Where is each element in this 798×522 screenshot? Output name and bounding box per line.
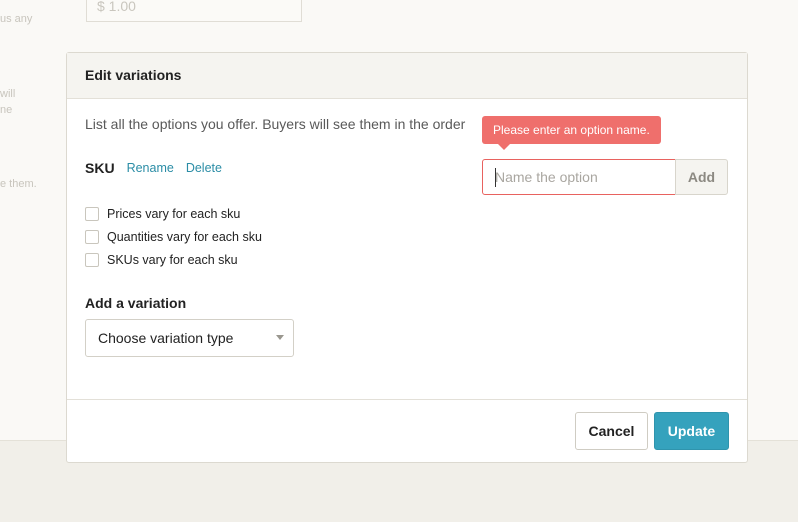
option-error-text: Please enter an option name. [493,123,650,137]
tooltip-arrow-icon [498,144,510,150]
edit-variations-modal: Edit variations List all the options you… [66,52,748,463]
cancel-button[interactable]: Cancel [575,412,648,450]
intro-text: List all the options you offer. Buyers w… [85,116,466,132]
chevron-down-icon [276,335,284,340]
modal-title: Edit variations [67,53,747,99]
prices-vary-checkbox[interactable] [85,206,99,221]
text-caret [495,168,496,187]
footer-divider [67,399,747,400]
prices-vary-option[interactable]: Prices vary for each sku [85,202,262,225]
background-text-fragment: ne [0,104,13,116]
sku-title: SKU [85,160,115,176]
sku-options: Prices vary for each sku Quantities vary… [85,202,262,271]
background-text-fragment: will [0,88,16,100]
skus-vary-option[interactable]: SKUs vary for each sku [85,248,262,271]
background-text-fragment: us any [0,13,33,25]
sku-row: SKU Rename Delete [85,160,234,176]
checkbox-label: Prices vary for each sku [107,206,241,221]
option-error-tooltip: Please enter an option name. [482,116,661,150]
add-variation-heading: Add a variation [85,295,187,311]
rename-link[interactable]: Rename [127,161,174,175]
checkbox-label: SKUs vary for each sku [107,252,238,267]
checkbox-label: Quantities vary for each sku [107,229,262,244]
delete-link[interactable]: Delete [186,161,222,175]
variation-type-value: Choose variation type [98,330,234,346]
add-option-button[interactable]: Add [675,159,728,195]
quantities-vary-option[interactable]: Quantities vary for each sku [85,225,262,248]
skus-vary-checkbox[interactable] [85,252,99,267]
update-button[interactable]: Update [654,412,729,450]
variation-type-select[interactable]: Choose variation type [85,319,294,357]
background-price-field: $ 1.00 [86,0,302,22]
option-name-input[interactable] [482,159,676,195]
quantities-vary-checkbox[interactable] [85,229,99,244]
background-text-fragment: e them. [0,178,37,190]
